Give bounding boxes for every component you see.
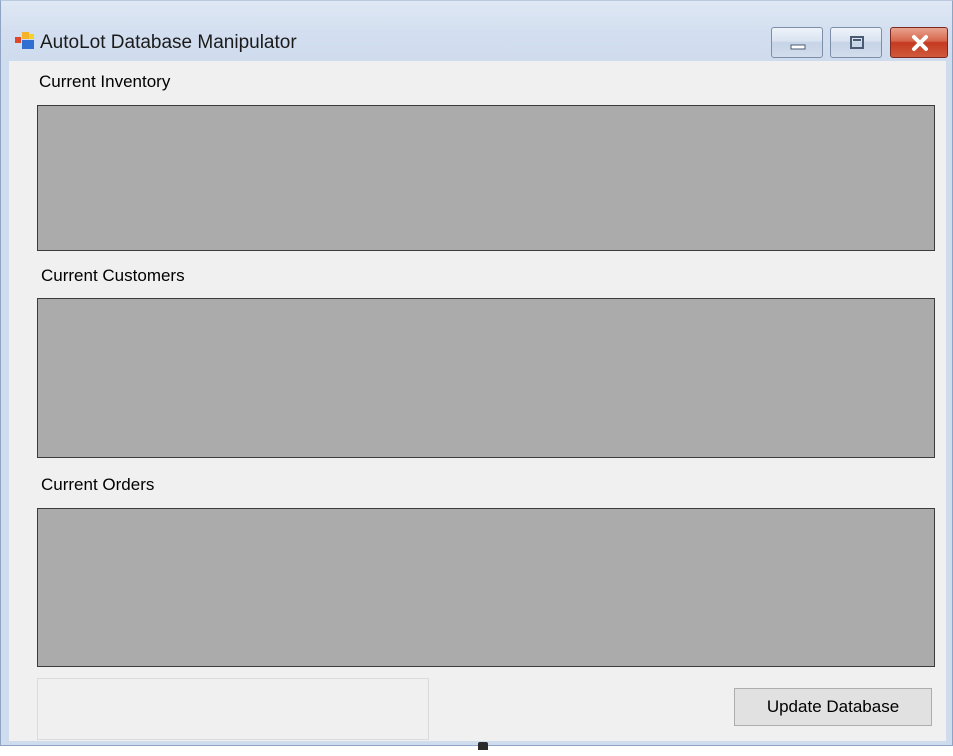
minimize-icon	[790, 44, 806, 50]
inventory-label: Current Inventory	[39, 72, 171, 91]
customers-grid[interactable]	[37, 298, 935, 458]
update-database-button[interactable]: Update Database	[734, 688, 932, 726]
minimize-button[interactable]	[771, 27, 823, 58]
orders-grid[interactable]	[37, 508, 935, 667]
title-bar[interactable]: AutoLot Database Manipulator	[1, 1, 952, 58]
window-bottom-edge	[0, 746, 953, 756]
inventory-grid[interactable]	[37, 105, 935, 251]
close-icon	[912, 35, 928, 51]
app-icon	[15, 32, 34, 49]
close-button[interactable]	[890, 27, 948, 58]
form-client-area: Current Inventory Current Customers Curr…	[9, 61, 946, 741]
orders-label: Current Orders	[41, 475, 155, 494]
maximize-button[interactable]	[830, 27, 882, 58]
resize-grip-icon[interactable]	[478, 742, 488, 750]
main-window: AutoLot Database Manipulator Current Inv…	[0, 0, 953, 746]
status-panel	[37, 678, 429, 740]
customers-label: Current Customers	[41, 266, 185, 285]
restore-icon	[850, 36, 864, 49]
window-title: AutoLot Database Manipulator	[40, 32, 297, 53]
